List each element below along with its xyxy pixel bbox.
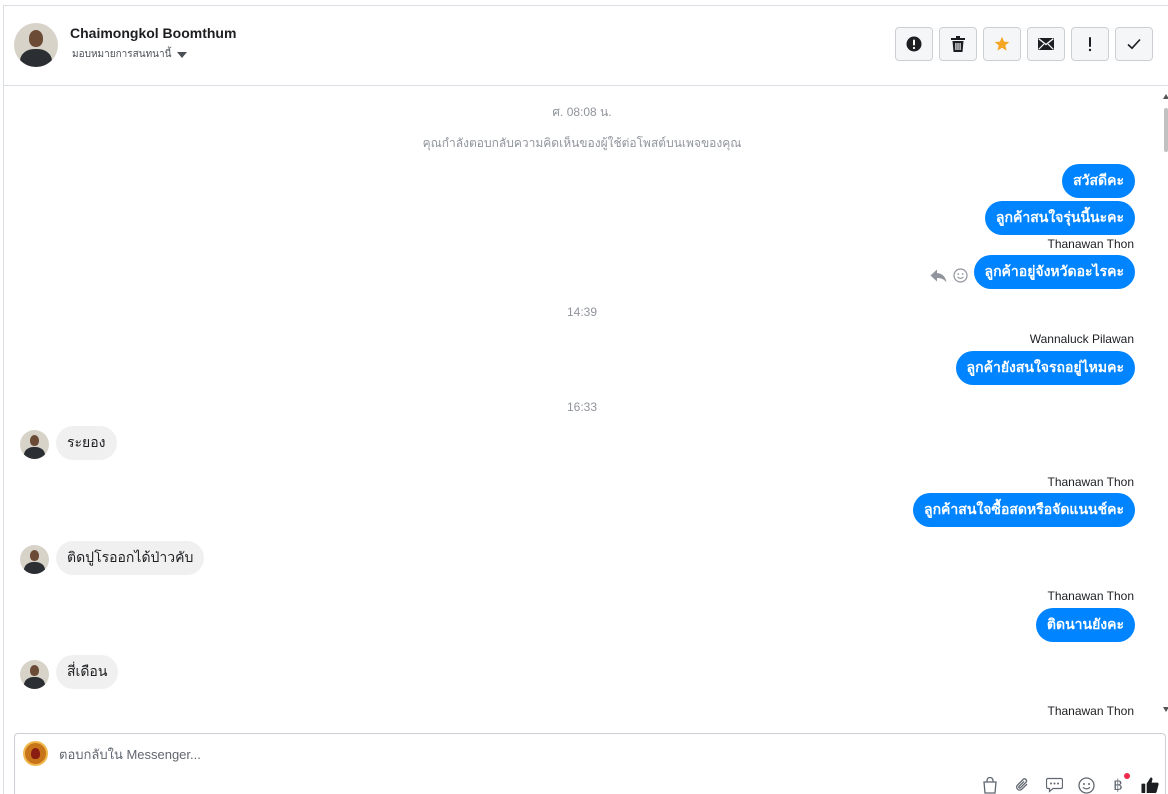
caret-down-icon bbox=[177, 52, 188, 58]
scrollbar-thumb[interactable] bbox=[1164, 108, 1168, 152]
outgoing-message[interactable]: ลูกค้าสนใจรุ่นนี้นะคะ bbox=[984, 201, 1135, 235]
star-icon bbox=[994, 36, 1010, 51]
message-actions bbox=[930, 268, 968, 283]
mark-done-button[interactable] bbox=[1115, 27, 1153, 61]
sender-name: Thanawan Thon bbox=[1047, 589, 1134, 603]
check-icon bbox=[1127, 38, 1141, 50]
assign-conversation-dropdown[interactable]: มอบหมายการสนทนานี้ bbox=[72, 47, 188, 62]
outgoing-message[interactable]: ลูกค้าสนใจซื้อสดหรือจัดแนนช์คะ bbox=[913, 493, 1135, 527]
reply-composer: ฿ bbox=[14, 733, 1166, 794]
baht-symbol: ฿ bbox=[1113, 776, 1123, 794]
outgoing-message[interactable]: สวัสดีคะ bbox=[1062, 164, 1135, 198]
notification-dot bbox=[1124, 773, 1130, 779]
sender-name: Wannaluck Pilawan bbox=[1029, 332, 1134, 346]
contact-avatar[interactable] bbox=[20, 660, 49, 689]
message-thread[interactable]: ศ. 08:08 น. คุณกำลังตอบกลับความคิดเห็นขอ… bbox=[4, 87, 1160, 731]
star-button[interactable] bbox=[983, 27, 1021, 61]
scroll-up-arrow[interactable] bbox=[1163, 94, 1168, 99]
incoming-message[interactable]: ระยอง bbox=[56, 426, 117, 460]
sender-name: Thanawan Thon bbox=[1047, 237, 1134, 251]
baht-icon[interactable]: ฿ bbox=[1109, 773, 1130, 794]
outgoing-message[interactable]: ลูกค้ายังสนใจรถอยู่ไหมคะ bbox=[955, 351, 1135, 385]
sender-name: Thanawan Thon bbox=[1047, 475, 1134, 489]
outgoing-message[interactable]: ติดนานยังคะ bbox=[1035, 608, 1135, 642]
contact-name[interactable]: Chaimongkol Boomthum bbox=[70, 25, 236, 41]
thumbs-up-icon[interactable] bbox=[1141, 776, 1159, 794]
scroll-down-arrow[interactable] bbox=[1163, 707, 1168, 712]
contact-avatar[interactable] bbox=[20, 545, 49, 574]
mark-spam-button[interactable] bbox=[895, 27, 933, 61]
reply-icon[interactable] bbox=[930, 269, 947, 283]
bag-icon[interactable] bbox=[981, 776, 999, 794]
page-avatar bbox=[23, 741, 48, 766]
composer-tools: ฿ bbox=[981, 773, 1159, 794]
incoming-message[interactable]: สี่เดือน bbox=[56, 655, 119, 689]
contact-avatar[interactable] bbox=[14, 23, 58, 67]
paperclip-icon[interactable] bbox=[1013, 776, 1031, 794]
follow-up-button[interactable] bbox=[1071, 27, 1109, 61]
chat-bubble-icon[interactable] bbox=[1045, 776, 1063, 794]
incoming-message[interactable]: ติดปูโรออกได้ป่าวคับ bbox=[56, 541, 205, 575]
mark-unread-button[interactable] bbox=[1027, 27, 1065, 61]
header-toolbar bbox=[895, 27, 1153, 61]
smiley-icon[interactable] bbox=[1077, 776, 1095, 794]
outgoing-message[interactable]: ลูกค้าอยู่จังหวัดอะไรคะ bbox=[973, 255, 1135, 289]
delete-button[interactable] bbox=[939, 27, 977, 61]
timestamp: ศ. 08:08 น. bbox=[552, 105, 612, 119]
react-smiley-icon[interactable] bbox=[953, 268, 968, 283]
contact-avatar[interactable] bbox=[20, 430, 49, 459]
reply-context-notice: คุณกำลังตอบกลับความคิดเห็นของผู้ใช้ต่อโพ… bbox=[422, 136, 742, 150]
alert-circle-icon bbox=[906, 36, 922, 52]
exclamation-icon bbox=[1088, 37, 1092, 52]
sender-name: Thanawan Thon bbox=[1047, 704, 1134, 718]
envelope-icon bbox=[1038, 38, 1054, 50]
assign-label: มอบหมายการสนทนานี้ bbox=[72, 49, 172, 60]
timestamp: 14:39 bbox=[566, 305, 598, 319]
trash-icon bbox=[951, 36, 965, 52]
conversation-header: Chaimongkol Boomthum มอบหมายการสนทนานี้ bbox=[4, 6, 1168, 86]
timestamp: 16:33 bbox=[566, 400, 598, 414]
reply-input[interactable] bbox=[59, 747, 959, 762]
